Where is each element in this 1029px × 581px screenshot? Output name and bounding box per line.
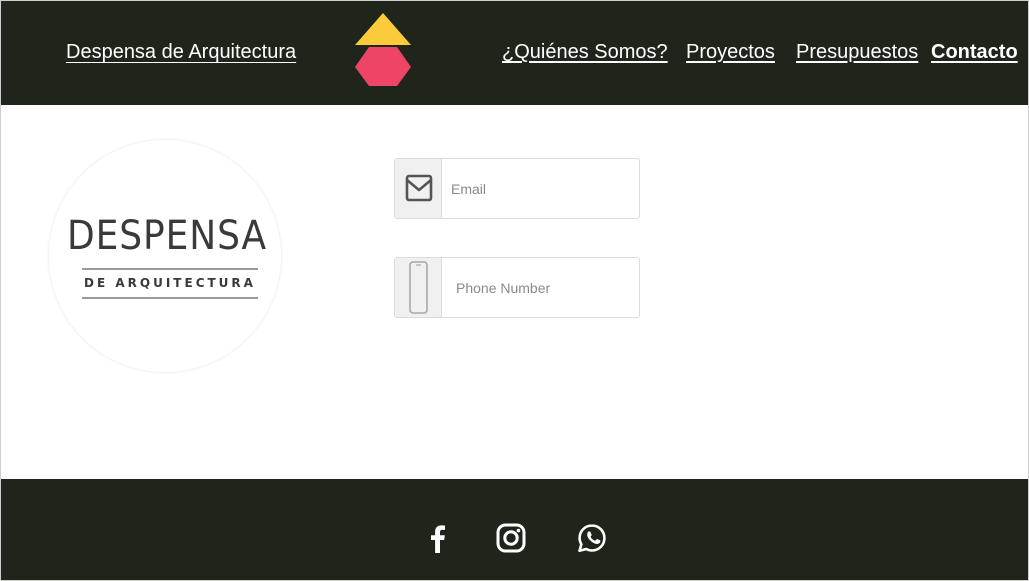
brand-logo-subtitle: DE ARQUITECTURA — [84, 276, 256, 290]
instagram-icon — [496, 523, 526, 553]
whatsapp-link[interactable] — [576, 522, 608, 554]
page: Despensa de Arquitectura ¿Quiénes Somos?… — [0, 0, 1029, 581]
phone-icon-box — [395, 258, 442, 317]
brand-logo-word: DESPENSA — [66, 213, 268, 259]
brand-logo-divider-bottom — [82, 297, 258, 299]
nav-proyectos[interactable]: Proyectos — [686, 41, 775, 64]
site-footer — [1, 479, 1028, 580]
brand-logo-divider-top — [82, 268, 258, 270]
phone-number-input[interactable] — [443, 258, 638, 317]
whatsapp-icon — [578, 524, 606, 553]
envelope-icon — [405, 174, 433, 202]
email-icon-box — [395, 159, 442, 218]
nav-contacto[interactable]: Contacto — [931, 41, 1018, 64]
site-header: Despensa de Arquitectura ¿Quiénes Somos?… — [1, 1, 1028, 105]
main-nav: ¿Quiénes Somos? Proyectos Presupuestos C… — [1, 41, 1028, 71]
phone-field-group — [394, 257, 640, 318]
facebook-icon — [431, 525, 445, 553]
phone-icon — [409, 261, 428, 314]
email-input[interactable] — [443, 159, 638, 218]
nav-quienes-somos[interactable]: ¿Quiénes Somos? — [502, 41, 668, 64]
instagram-link[interactable] — [495, 522, 527, 554]
brand-logo-image: DESPENSA DE ARQUITECTURA — [49, 140, 281, 372]
nav-presupuestos[interactable]: Presupuestos — [796, 41, 918, 64]
email-field-group — [394, 158, 640, 219]
facebook-link[interactable] — [422, 522, 454, 554]
